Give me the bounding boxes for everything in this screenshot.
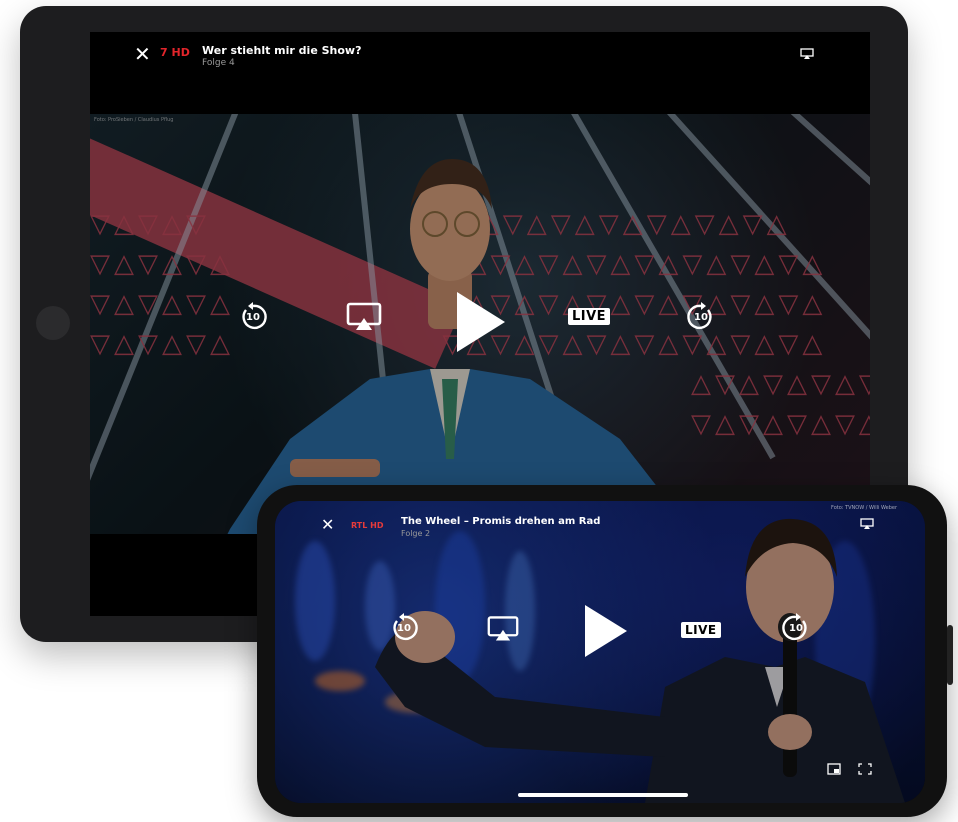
close-icon[interactable]: ✕ (134, 44, 151, 64)
phone-device: Foto: TVNOW / Willi Weber ✕ RTL HD The W… (257, 485, 953, 817)
phone-screen: Foto: TVNOW / Willi Weber ✕ RTL HD The W… (275, 501, 925, 803)
airplay-icon[interactable] (800, 48, 814, 60)
cast-icon[interactable] (346, 302, 382, 332)
live-button[interactable]: LIVE (568, 308, 611, 325)
photo-credit: Foto: TVNOW / Willi Weber (831, 505, 898, 511)
pip-icon[interactable] (827, 763, 841, 775)
forward-10-button[interactable]: 10 (781, 613, 811, 643)
close-icon[interactable]: ✕ (321, 515, 334, 535)
forward-10-button[interactable]: 10 (686, 302, 716, 332)
channel-logo-rtl: RTL HD (351, 521, 384, 530)
rewind-10-button[interactable]: 10 (238, 302, 268, 332)
rewind-10-button[interactable]: 10 (389, 613, 419, 643)
home-indicator[interactable] (518, 793, 688, 797)
rewind-10-label: 10 (397, 623, 411, 634)
forward-10-label: 10 (694, 312, 708, 323)
fullscreen-icon[interactable] (858, 763, 872, 775)
airplay-icon[interactable] (860, 518, 874, 530)
forward-10-label: 10 (789, 623, 803, 634)
phone-side-button (947, 625, 953, 685)
cast-icon[interactable] (487, 615, 519, 643)
episode-subtitle: Folge 2 (401, 529, 431, 538)
play-icon[interactable] (583, 605, 627, 657)
show-title: Wer stiehlt mir die Show? (202, 44, 362, 57)
rewind-10-label: 10 (246, 312, 260, 323)
channel-logo-prosieben: 7 HD (160, 46, 190, 59)
show-title: The Wheel – Promis drehen am Rad (401, 516, 601, 527)
episode-subtitle: Folge 4 (202, 58, 235, 68)
play-icon[interactable] (455, 292, 505, 352)
tablet-home-button (36, 306, 70, 340)
tablet-video-frame[interactable]: Foto: ProSieben / Claudius Pflug ▽△▽△▽ △… (90, 114, 870, 534)
live-button[interactable]: LIVE (681, 622, 721, 638)
phone-video-frame[interactable]: Foto: TVNOW / Willi Weber ✕ RTL HD The W… (275, 501, 925, 803)
tablet-player-topbar: ✕ 7 HD Wer stiehlt mir die Show? Folge 4 (90, 32, 870, 72)
